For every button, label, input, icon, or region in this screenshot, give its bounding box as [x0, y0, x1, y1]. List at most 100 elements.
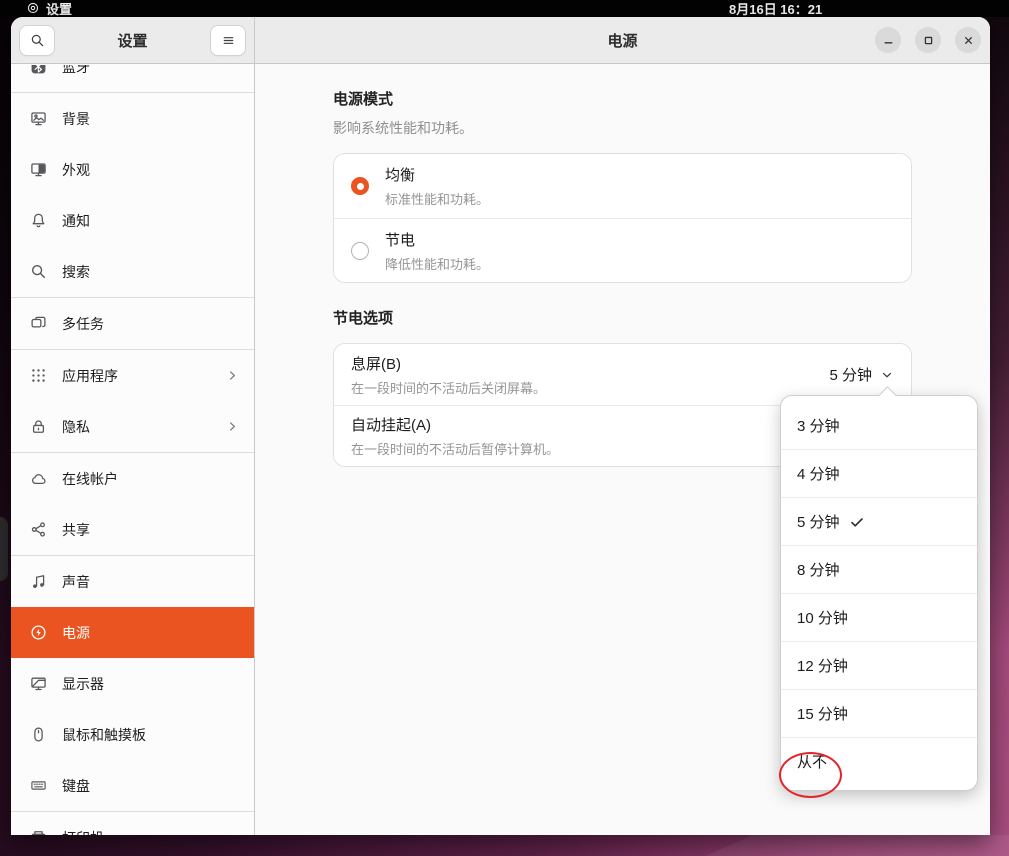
dropdown-option-label: 10 分钟: [797, 607, 848, 628]
option-label: 节电: [385, 229, 489, 250]
sidebar-title: 设置: [117, 30, 147, 51]
screen-blank-description: 在一段时间的不活动后关闭屏幕。: [351, 378, 546, 397]
mouse-icon: [30, 726, 47, 743]
dropdown-option-label: 15 分钟: [797, 703, 848, 724]
sidebar-item-label: 打印机: [62, 828, 104, 836]
privacy-icon: [30, 418, 47, 435]
sidebar-item-label: 键盘: [62, 776, 90, 796]
sidebar-item-label: 多任务: [62, 314, 104, 334]
displays-icon: [30, 675, 47, 692]
auto-suspend-label: 自动挂起(A): [351, 414, 559, 435]
sidebar-item-multitasking[interactable]: 多任务: [11, 298, 254, 349]
gear-icon: [26, 1, 40, 15]
maximize-icon: [921, 33, 936, 48]
sidebar-item-applications[interactable]: 应用程序: [11, 350, 254, 401]
sidebar-item-bluetooth[interactable]: 蓝牙: [11, 65, 254, 92]
sidebar-item-sound[interactable]: 声音: [11, 556, 254, 607]
dropdown-option[interactable]: 5 分钟: [781, 497, 977, 545]
sidebar-item-online-accounts[interactable]: 在线帐户: [11, 453, 254, 504]
sidebar-item-label: 蓝牙: [62, 65, 90, 77]
close-button[interactable]: [955, 27, 981, 53]
search-icon: [30, 263, 47, 280]
printers-icon: [30, 829, 47, 835]
topbar-app-indicator[interactable]: 设置: [26, 0, 72, 17]
sidebar-item-privacy[interactable]: 隐私: [11, 401, 254, 452]
screen-blank-value: 5 分钟: [829, 364, 872, 385]
dropdown-option-label: 8 分钟: [797, 559, 840, 580]
dock-hide-notch: [0, 517, 8, 581]
hamburger-menu-icon: [221, 33, 236, 48]
sidebar-item-notifications[interactable]: 通知: [11, 195, 254, 246]
bluetooth-icon: [30, 65, 47, 75]
main-headerbar: 电源: [255, 17, 990, 64]
sidebar-item-label: 共享: [62, 520, 90, 540]
chevron-right-icon: [225, 368, 240, 383]
annotation-ellipse: [779, 752, 842, 798]
page-title: 电源: [607, 30, 637, 51]
dropdown-option[interactable]: 8 分钟: [781, 545, 977, 593]
settings-window: 设置 蓝牙背景外观通知搜索多任务应用程序隐私在线帐户共享声音电源显示器鼠标和触摸…: [11, 17, 990, 835]
maximize-button[interactable]: [915, 27, 941, 53]
sidebar-item-background[interactable]: 背景: [11, 93, 254, 144]
power-mode-heading: 电源模式: [333, 88, 912, 109]
sidebar-item-label: 电源: [62, 623, 90, 643]
sidebar-item-label: 搜索: [62, 262, 90, 282]
chevron-right-icon: [225, 419, 240, 434]
radio-balanced[interactable]: [351, 177, 369, 195]
sidebar-item-label: 声音: [62, 572, 90, 592]
sidebar-item-label: 应用程序: [62, 366, 118, 386]
dropdown-option[interactable]: 15 分钟: [781, 689, 977, 737]
dropdown-option-label: 3 分钟: [797, 415, 840, 436]
applications-icon: [30, 367, 47, 384]
sidebar-list: 蓝牙背景外观通知搜索多任务应用程序隐私在线帐户共享声音电源显示器鼠标和触摸板键盘…: [11, 65, 254, 835]
screen-blank-dropdown[interactable]: 5 分钟: [829, 364, 894, 385]
power-saving-heading: 节电选项: [333, 307, 912, 328]
dropdown-option[interactable]: 3 分钟: [781, 401, 977, 449]
power-mode-option-saver[interactable]: 节电 降低性能和功耗。: [334, 218, 911, 282]
sidebar: 设置 蓝牙背景外观通知搜索多任务应用程序隐私在线帐户共享声音电源显示器鼠标和触摸…: [11, 17, 255, 835]
sidebar-item-search[interactable]: 搜索: [11, 246, 254, 297]
option-label: 均衡: [385, 164, 489, 185]
sound-icon: [30, 573, 47, 590]
timeout-dropdown-popover: 3 分钟4 分钟5 分钟8 分钟10 分钟12 分钟15 分钟从不: [780, 395, 978, 791]
auto-suspend-description: 在一段时间的不活动后暂停计算机。: [351, 439, 559, 458]
dropdown-option-label: 5 分钟: [797, 511, 840, 532]
option-description: 标准性能和功耗。: [385, 189, 489, 208]
power-mode-option-balanced[interactable]: 均衡 标准性能和功耗。: [334, 154, 911, 218]
sharing-icon: [30, 521, 47, 538]
sidebar-item-label: 通知: [62, 211, 90, 231]
dropdown-option[interactable]: 4 分钟: [781, 449, 977, 497]
chevron-down-icon: [880, 368, 894, 382]
option-description: 降低性能和功耗。: [385, 254, 489, 273]
screen-blank-label: 息屏(B): [351, 353, 546, 374]
multitasking-icon: [30, 315, 47, 332]
sidebar-item-label: 鼠标和触摸板: [62, 725, 146, 745]
sidebar-item-displays[interactable]: 显示器: [11, 658, 254, 709]
minimize-icon: [881, 33, 896, 48]
sidebar-item-appearance[interactable]: 外观: [11, 144, 254, 195]
sidebar-item-keyboard[interactable]: 键盘: [11, 760, 254, 811]
dropdown-option[interactable]: 12 分钟: [781, 641, 977, 689]
appearance-icon: [30, 161, 47, 178]
sidebar-item-printers[interactable]: 打印机: [11, 812, 254, 835]
primary-menu-button[interactable]: [210, 25, 246, 56]
notifications-icon: [30, 212, 47, 229]
sidebar-item-mouse[interactable]: 鼠标和触摸板: [11, 709, 254, 760]
sidebar-item-label: 隐私: [62, 417, 90, 437]
topbar-clock[interactable]: 8月16日 16：21: [729, 0, 822, 17]
search-button[interactable]: [19, 25, 55, 56]
minimize-button[interactable]: [875, 27, 901, 53]
wallpaper-facet: [705, 835, 1009, 856]
dropdown-option-label: 4 分钟: [797, 463, 840, 484]
sidebar-item-sharing[interactable]: 共享: [11, 504, 254, 555]
background-icon: [30, 110, 47, 127]
check-icon: [849, 514, 865, 530]
sidebar-item-power[interactable]: 电源: [11, 607, 254, 658]
keyboard-icon: [30, 777, 47, 794]
power-mode-subtitle: 影响系统性能和功耗。: [333, 118, 912, 138]
sidebar-item-label: 外观: [62, 160, 90, 180]
radio-power-saver[interactable]: [351, 242, 369, 260]
dropdown-option[interactable]: 10 分钟: [781, 593, 977, 641]
sidebar-headerbar: 设置: [11, 17, 254, 64]
sidebar-item-label: 在线帐户: [62, 469, 118, 489]
